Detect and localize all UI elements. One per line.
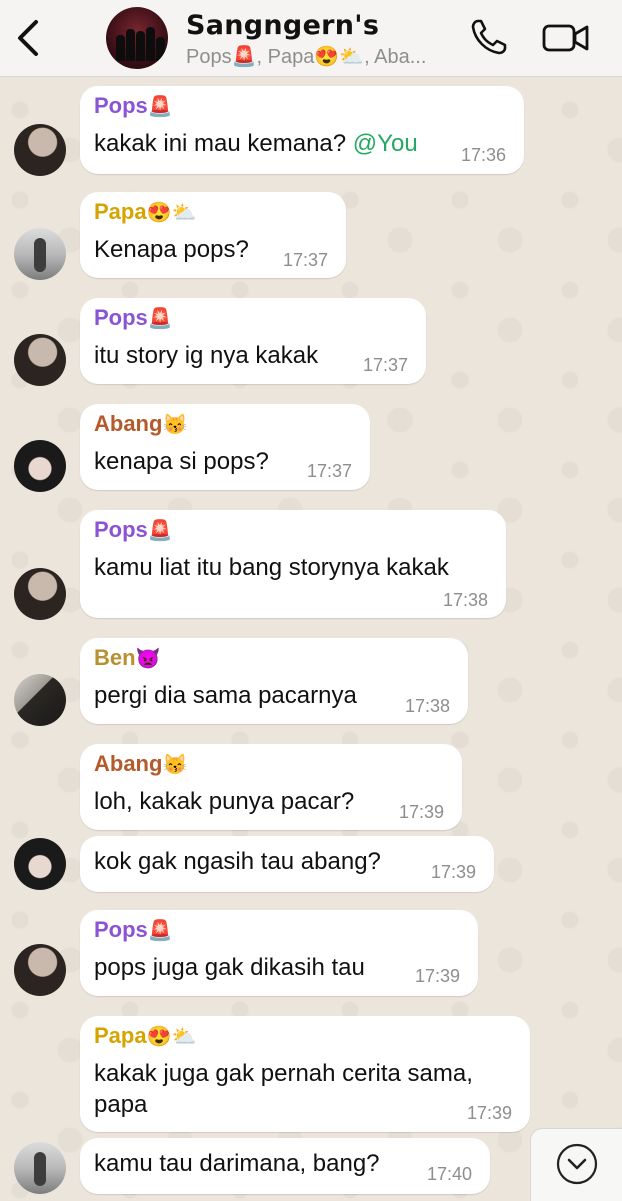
sender-emoji: 😽: [162, 414, 188, 436]
sender-name[interactable]: Pops🚨: [94, 517, 173, 543]
avatar[interactable]: [14, 674, 66, 726]
sender-label: Abang: [94, 751, 163, 776]
message-bubble[interactable]: Pops🚨 kamu liat itu bang storynya kakak …: [80, 510, 506, 618]
avatar[interactable]: [14, 334, 66, 386]
message-text: kakak ini mau kemana? @You: [94, 128, 418, 160]
message-text: itu story ig nya kakak: [94, 342, 319, 369]
message-bubble[interactable]: Abang😽 kenapa si pops? 17:37: [80, 404, 370, 490]
message-bubble[interactable]: Pops🚨 pops juga gak dikasih tau 17:39: [80, 910, 478, 996]
avatar[interactable]: [14, 568, 66, 620]
message-text: pergi dia sama pacarnya: [94, 682, 357, 709]
message-time: 17:38: [404, 696, 450, 716]
sender-name[interactable]: Papa😍⛅: [94, 1023, 196, 1049]
message-text: pops juga gak dikasih tau: [94, 954, 365, 981]
sender-emoji: 🚨: [147, 96, 173, 118]
sender-label: Abang: [94, 411, 163, 436]
message-text: loh, kakak punya pacar?: [94, 788, 355, 815]
message-bubble[interactable]: Pops🚨 kakak ini mau kemana? @You 17:36: [80, 86, 524, 174]
sender-emoji: 🚨: [147, 920, 173, 942]
message-time: 17:37: [362, 355, 408, 375]
message-bubble[interactable]: Abang😽 loh, kakak punya pacar? 17:39: [80, 744, 462, 830]
message-time: 17:39: [430, 862, 476, 882]
sender-label: Pops: [94, 917, 148, 942]
video-camera-icon[interactable]: [542, 20, 590, 56]
chevron-down-circle-icon: [556, 1143, 598, 1185]
message-bubble[interactable]: Pops🚨 itu story ig nya kakak 17:37: [80, 298, 426, 384]
chat-title[interactable]: Sangngern's: [186, 10, 379, 41]
sender-label: Papa: [94, 199, 147, 224]
sender-name[interactable]: Papa😍⛅: [94, 199, 196, 225]
scroll-to-bottom-button[interactable]: [530, 1128, 622, 1201]
sender-name[interactable]: Pops🚨: [94, 917, 173, 943]
sender-label: Pops: [94, 517, 148, 542]
message-bubble[interactable]: Papa😍⛅ kakak juga gak pernah cerita sama…: [80, 1016, 530, 1132]
message-text: kamu liat itu bang storynya kakak: [94, 554, 449, 581]
phone-icon[interactable]: [470, 18, 508, 56]
avatar[interactable]: [14, 228, 66, 280]
sender-emoji: 😍⛅: [146, 202, 197, 224]
mention-link[interactable]: @You: [353, 130, 418, 157]
message-bubble[interactable]: kamu tau darimana, bang? 17:40: [80, 1138, 490, 1194]
message-time: 17:37: [306, 461, 352, 481]
avatar[interactable]: [14, 124, 66, 176]
avatar[interactable]: [14, 944, 66, 996]
avatar[interactable]: [14, 440, 66, 492]
chat-members-subtitle[interactable]: Pops🚨, Papa😍⛅, Aba...: [186, 44, 426, 69]
message-time: 17:39: [398, 802, 444, 822]
sender-emoji: 😽: [162, 754, 188, 776]
message-time: 17:39: [414, 966, 460, 986]
message-text: Kenapa pops?: [94, 236, 249, 263]
sender-emoji: 😍⛅: [146, 1026, 197, 1048]
message-bubble[interactable]: Ben👿 pergi dia sama pacarnya 17:38: [80, 638, 468, 724]
message-bubble[interactable]: Papa😍⛅ Kenapa pops? 17:37: [80, 192, 346, 278]
avatar[interactable]: [14, 1142, 66, 1194]
message-time: 17:40: [426, 1164, 472, 1184]
sender-emoji: 🚨: [147, 520, 173, 542]
message-text: kok gak ngasih tau abang?: [94, 848, 381, 875]
message-text: kakak juga gak pernah cerita sama,: [94, 1060, 473, 1087]
sender-name[interactable]: Pops🚨: [94, 305, 173, 331]
message-time: 17:39: [466, 1103, 512, 1123]
sender-label: Pops: [94, 305, 148, 330]
chevron-left-icon[interactable]: [14, 18, 42, 58]
message-text-line2: papa: [94, 1091, 148, 1118]
message-text: kenapa si pops?: [94, 448, 269, 475]
message-time: 17:37: [282, 250, 328, 270]
sender-label: Ben: [94, 645, 136, 670]
sender-label: Papa: [94, 1023, 147, 1048]
message-time: 17:36: [460, 145, 506, 165]
message-text-body: kakak ini mau kemana?: [94, 130, 353, 157]
avatar[interactable]: [14, 838, 66, 890]
sender-name[interactable]: Pops🚨: [94, 93, 173, 119]
chat-header: Sangngern's Pops🚨, Papa😍⛅, Aba...: [0, 0, 622, 77]
sender-name[interactable]: Ben👿: [94, 645, 160, 671]
message-bubble[interactable]: kok gak ngasih tau abang? 17:39: [80, 836, 494, 892]
message-text: kamu tau darimana, bang?: [94, 1150, 380, 1177]
sender-emoji: 🚨: [147, 308, 173, 330]
group-avatar[interactable]: [106, 7, 168, 69]
sender-label: Pops: [94, 93, 148, 118]
sender-name[interactable]: Abang😽: [94, 411, 187, 437]
message-time: 17:38: [442, 590, 488, 610]
sender-name[interactable]: Abang😽: [94, 751, 187, 777]
sender-emoji: 👿: [135, 648, 161, 670]
